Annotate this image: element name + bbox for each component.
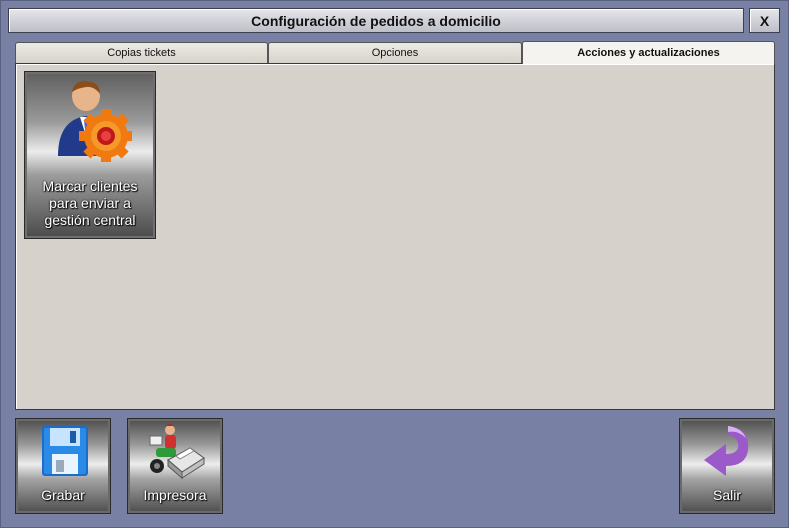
window-title: Configuración de pedidos a domicilio bbox=[251, 12, 501, 29]
save-label: Grabar bbox=[41, 487, 85, 503]
mark-clients-button[interactable]: Marcar clientes para enviar a gestión ce… bbox=[24, 71, 156, 239]
tab-opciones[interactable]: Opciones bbox=[268, 42, 522, 63]
save-button[interactable]: Grabar bbox=[15, 418, 111, 514]
exit-button[interactable]: Salir bbox=[679, 418, 775, 514]
return-arrow-icon bbox=[698, 422, 758, 480]
printer-label: Impresora bbox=[143, 487, 207, 503]
mark-clients-label: Marcar clientes para enviar a gestión ce… bbox=[42, 178, 138, 228]
tab-label: Acciones y actualizaciones bbox=[577, 47, 720, 59]
delivery-printer-icon bbox=[146, 422, 206, 480]
user-gear-icon bbox=[50, 78, 133, 163]
tab-bar: Copias tickets Opciones Acciones y actua… bbox=[15, 41, 775, 64]
tab-copias-tickets[interactable]: Copias tickets bbox=[15, 42, 268, 63]
tab-label: Copias tickets bbox=[107, 47, 176, 59]
tab-panel: Marcar clientes para enviar a gestión ce… bbox=[15, 63, 775, 410]
close-label: X bbox=[759, 12, 770, 29]
printer-button[interactable]: Impresora bbox=[127, 418, 223, 514]
tab-label: Opciones bbox=[371, 47, 419, 59]
close-button[interactable]: X bbox=[749, 8, 780, 33]
tab-acciones-actualizaciones[interactable]: Acciones y actualizaciones bbox=[522, 41, 775, 64]
title-bar: Configuración de pedidos a domicilio bbox=[8, 8, 744, 33]
exit-label: Salir bbox=[712, 487, 741, 503]
floppy-disk-icon bbox=[34, 422, 94, 480]
dialog-window: Configuración de pedidos a domicilio X C… bbox=[0, 0, 789, 528]
